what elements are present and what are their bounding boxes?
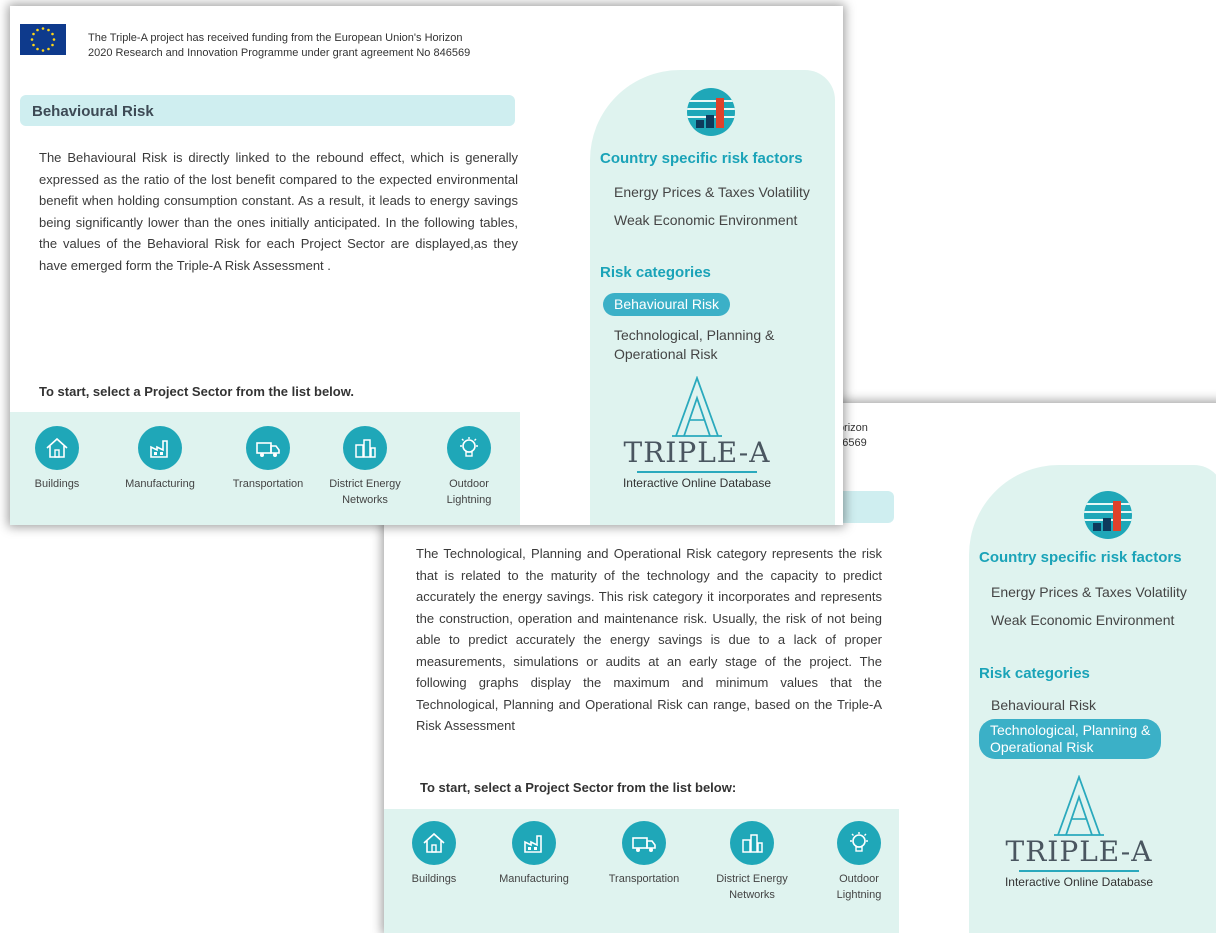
sector-label: Manufacturing [125, 478, 195, 490]
truck-icon [246, 426, 290, 470]
sector-label-line1: District Energy [329, 478, 401, 490]
sector-buildings[interactable]: Buildings [399, 821, 469, 887]
sector-district-energy[interactable]: District Energy Networks [315, 426, 415, 508]
country-factors-title: Country specific risk factors [979, 549, 1182, 566]
funding-line1: The Triple-A project has received fundin… [88, 32, 463, 44]
funding-line2: 2020 Research and Innovation Programme u… [88, 47, 471, 59]
logo-wordmark: TRIPLE-A [623, 436, 771, 469]
sector-outdoor-lighting[interactable]: Outdoor Lightning [424, 426, 514, 508]
sector-label: Buildings [411, 873, 457, 885]
sector-label-line2: Networks [342, 494, 388, 506]
sector-manufacturing[interactable]: Manufacturing [105, 426, 215, 492]
risk-categories-title: Risk categories [600, 264, 711, 281]
window-behavioural-risk: The Triple-A project has received fundin… [10, 6, 843, 525]
sector-label: Manufacturing [499, 873, 569, 885]
risk-category-line1: Technological, Planning & [990, 722, 1151, 738]
city-icon [730, 821, 774, 865]
risk-category-technological[interactable]: Technological, Planning & Operational Ri… [614, 326, 774, 364]
sector-label-line1: Outdoor [449, 478, 489, 490]
house-icon [412, 821, 456, 865]
logo-divider [637, 471, 757, 473]
triple-a-logo-mark [1054, 775, 1104, 836]
risk-category-line2: Operational Risk [990, 739, 1094, 755]
lightbulb-icon [837, 821, 881, 865]
risk-category-behavioural[interactable]: Behavioural Risk [991, 696, 1096, 715]
sector-prompt: To start, select a Project Sector from t… [420, 780, 737, 795]
risk-category-behavioural-selected[interactable]: Behavioural Risk [603, 293, 731, 316]
eu-flag-icon [20, 24, 66, 55]
sector-district-energy[interactable]: District Energy Networks [702, 821, 802, 903]
sector-label: Transportation [232, 478, 304, 490]
logo-wordmark: TRIPLE-A [1005, 835, 1153, 868]
funding-text: The Triple-A project has received fundin… [88, 31, 470, 61]
logo-subtitle: Interactive Online Database [622, 476, 772, 490]
logo-subtitle: Interactive Online Database [1004, 875, 1154, 889]
house-icon [35, 426, 79, 470]
country-factor-energy-prices[interactable]: Energy Prices & Taxes Volatility [991, 583, 1187, 602]
sector-transportation[interactable]: Transportation [218, 426, 318, 492]
triple-a-logo: TRIPLE-A Interactive Online Database [607, 376, 787, 490]
sector-label: Buildings [34, 478, 80, 490]
sector-label-line2: Lightning [836, 889, 882, 901]
sector-label-line2: Networks [729, 889, 775, 901]
country-factors-title: Country specific risk factors [600, 150, 803, 167]
triple-a-logo: TRIPLE-A Interactive Online Database [989, 775, 1169, 889]
sector-label-line1: Outdoor [839, 873, 879, 885]
risk-category-technological-selected[interactable]: Technological, Planning & Operational Ri… [979, 719, 1162, 759]
bar-chart-icon [1084, 491, 1132, 539]
logo-divider [1019, 870, 1139, 872]
risk-category-line2: Operational Risk [614, 346, 718, 362]
sector-label-line1: District Energy [716, 873, 788, 885]
truck-icon [622, 821, 666, 865]
risk-category-line1: Technological, Planning & [614, 327, 775, 343]
sector-manufacturing[interactable]: Manufacturing [479, 821, 589, 887]
triple-a-logo-mark [672, 376, 722, 437]
sector-label-line2: Lightning [446, 494, 492, 506]
factory-icon [138, 426, 182, 470]
bar-chart-icon [687, 88, 735, 136]
side-panel: Country specific risk factors Energy Pri… [590, 70, 835, 525]
sector-outdoor-lighting[interactable]: Outdoor Lightning [814, 821, 904, 903]
sector-buildings[interactable]: Buildings [22, 426, 92, 492]
section-title: Behavioural Risk [20, 95, 515, 126]
factory-icon [512, 821, 556, 865]
country-factor-weak-economy[interactable]: Weak Economic Environment [991, 611, 1174, 630]
sector-transportation[interactable]: Transportation [594, 821, 694, 887]
side-panel: Country specific risk factors Energy Pri… [969, 465, 1216, 933]
sector-label: Transportation [608, 873, 680, 885]
description-text: The Technological, Planning and Operatio… [416, 546, 882, 733]
city-icon [343, 426, 387, 470]
sector-prompt: To start, select a Project Sector from t… [39, 384, 354, 399]
description-text: The Behavioural Risk is directly linked … [39, 150, 518, 273]
risk-categories-title: Risk categories [979, 665, 1090, 682]
country-factor-weak-economy[interactable]: Weak Economic Environment [614, 211, 797, 230]
lightbulb-icon [447, 426, 491, 470]
country-factor-energy-prices[interactable]: Energy Prices & Taxes Volatility [614, 183, 810, 202]
